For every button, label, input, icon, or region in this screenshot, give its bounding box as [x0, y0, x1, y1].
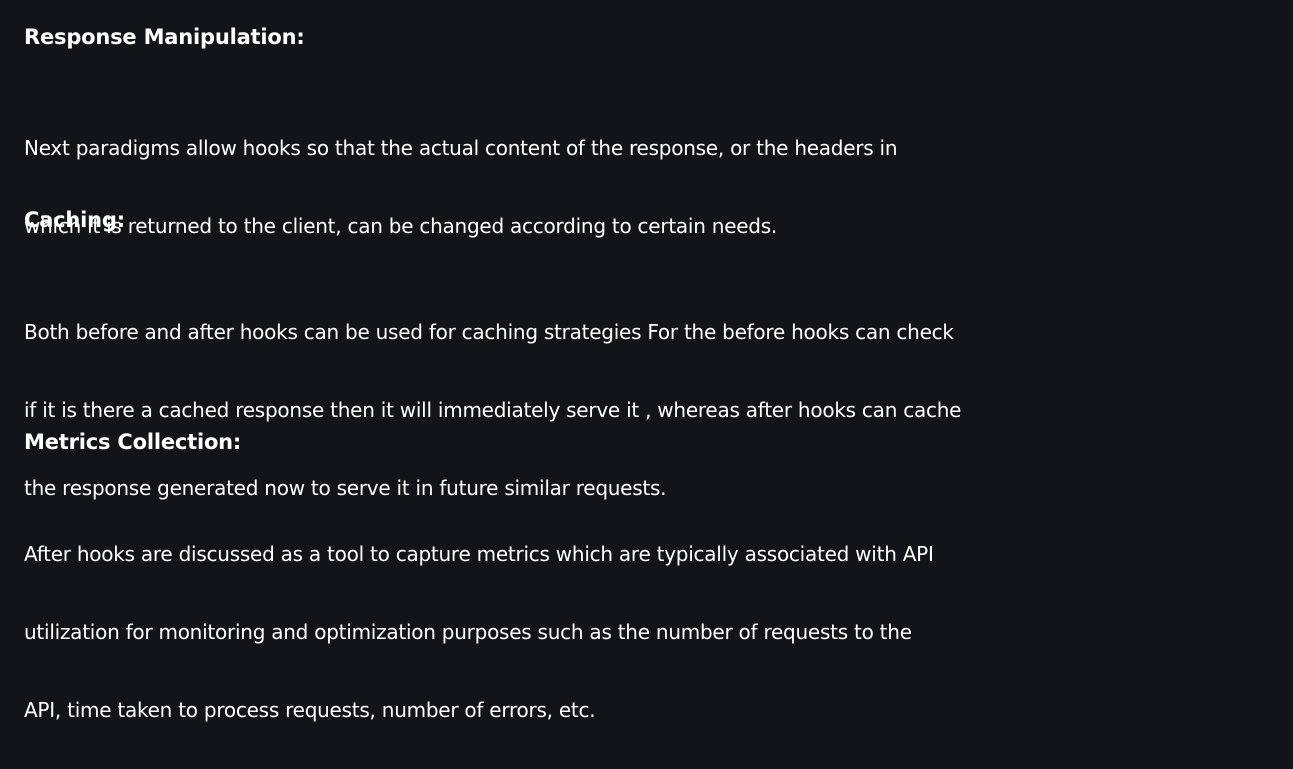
section-heading-caching: Caching: — [24, 208, 125, 232]
paragraph-line: After hooks are discussed as a tool to c… — [24, 542, 934, 566]
section-heading-metrics-collection: Metrics Collection: — [24, 430, 242, 454]
paragraph-line: API, time taken to process requests, num… — [24, 698, 596, 722]
paragraph-line: Next paradigms allow hooks so that the a… — [24, 136, 898, 160]
paragraph-line: utilization for monitoring and optimizat… — [24, 620, 912, 644]
paragraph-line: Both before and after hooks can be used … — [24, 320, 954, 344]
section-heading-response-manipulation: Response Manipulation: — [24, 25, 305, 49]
section-paragraph-response-manipulation: Next paradigms allow hooks so that the a… — [24, 90, 898, 285]
paragraph-line: which it is returned to the client, can … — [24, 214, 778, 238]
paragraph-line: if it is there a cached response then it… — [24, 398, 962, 422]
section-paragraph-metrics-collection: After hooks are discussed as a tool to c… — [24, 496, 934, 769]
